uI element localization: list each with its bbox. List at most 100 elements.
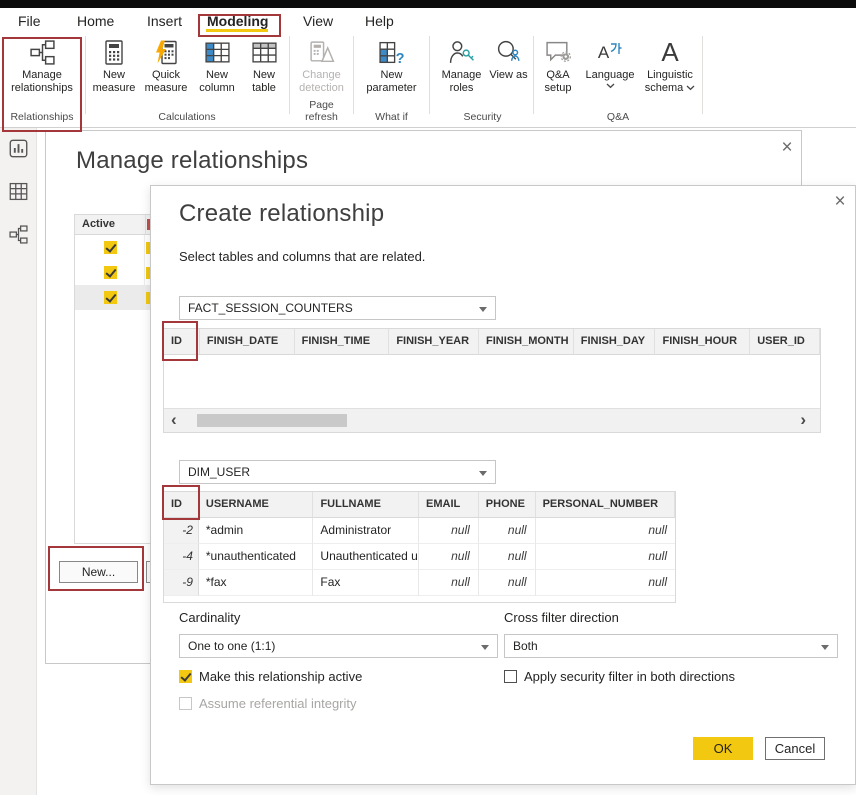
language-button[interactable]: A Language (582, 35, 638, 90)
make-active-checkbox[interactable] (179, 670, 192, 683)
scroll-right-icon[interactable]: › (800, 409, 806, 433)
column-header[interactable]: FINISH_HOUR (655, 329, 750, 355)
quick-measure-button[interactable]: Quick measure (141, 35, 191, 95)
group-label-relationships: Relationships (2, 111, 82, 123)
column-header[interactable]: ID (164, 329, 200, 355)
group-label-security: Security (434, 111, 531, 123)
active-column-header: Active (75, 215, 146, 234)
table-row[interactable]: -9 *fax Fax null null null (164, 570, 675, 596)
cancel-button[interactable]: Cancel (765, 737, 825, 760)
relationship-row-selected[interactable] (75, 285, 151, 310)
column-header[interactable]: FULLNAME (313, 492, 419, 518)
referential-integrity-checkbox (179, 697, 192, 710)
group-label-qa: Q&A (537, 111, 699, 123)
view-as-button[interactable]: View as (489, 35, 529, 82)
view-switcher-sidebar (0, 128, 37, 795)
active-checkbox[interactable] (104, 241, 117, 254)
ok-button[interactable]: OK (693, 737, 753, 760)
ribbon-group-page-refresh: Change detection Page refresh (292, 32, 351, 124)
relationships-table: Active (74, 214, 152, 544)
table-row[interactable]: -2 *admin Administrator null null null (164, 518, 675, 544)
new-measure-icon (101, 37, 127, 67)
security-filter-checkbox[interactable] (504, 670, 517, 683)
new-parameter-icon: ? (378, 37, 405, 67)
manage-roles-button[interactable]: Manage roles (437, 35, 487, 95)
column-header[interactable]: FINISH_DATE (200, 329, 295, 355)
tab-home[interactable]: Home (77, 10, 114, 32)
data-view-icon (9, 182, 28, 201)
ribbon-group-calculations: New measure Quick measure (88, 32, 286, 124)
linguistic-schema-button[interactable]: A Linguistic schema (640, 35, 700, 95)
column-header[interactable]: ID (164, 492, 199, 518)
ribbon-group-what-if: ? New parameter What if (357, 32, 426, 124)
model-view-icon (9, 225, 28, 244)
new-table-button[interactable]: New table (243, 35, 285, 95)
ribbon-divider (85, 36, 86, 114)
tab-insert[interactable]: Insert (147, 10, 182, 32)
group-label-page-refresh: Page refresh (292, 99, 351, 123)
relationship-row[interactable] (75, 260, 151, 285)
data-view-button[interactable] (9, 182, 28, 201)
scroll-left-icon[interactable]: ‹ (171, 409, 177, 433)
app-window: File Home Insert Modeling View Help Mana… (0, 0, 856, 795)
active-checkbox[interactable] (104, 266, 117, 279)
tab-file[interactable]: File (18, 10, 41, 32)
top-table-select[interactable]: FACT_SESSION_COUNTERS (179, 296, 496, 320)
new-parameter-button[interactable]: ? New parameter (359, 35, 425, 95)
security-filter-option[interactable]: Apply security filter in both directions (504, 669, 735, 684)
ribbon-divider (533, 36, 534, 114)
model-view-button[interactable] (9, 225, 28, 244)
column-header[interactable]: FINISH_YEAR (389, 329, 479, 355)
ribbon-group-relationships: Manage relationships Relationships (2, 32, 82, 124)
column-header[interactable]: EMAIL (419, 492, 479, 518)
column-header[interactable]: USER_ID (750, 329, 820, 355)
make-active-option[interactable]: Make this relationship active (179, 669, 362, 684)
create-relationship-dialog: Create relationship × Select tables and … (150, 185, 856, 785)
create-dialog-subtitle: Select tables and columns that are relat… (179, 249, 425, 264)
column-header[interactable]: FINISH_TIME (295, 329, 390, 355)
chevron-down-icon (479, 471, 487, 476)
ribbon-divider (353, 36, 354, 114)
qa-setup-button[interactable]: Q&A setup (536, 35, 580, 95)
column-header[interactable]: USERNAME (199, 492, 314, 518)
group-label-calculations: Calculations (88, 111, 286, 123)
title-bar (0, 0, 856, 8)
create-dialog-title: Create relationship (179, 200, 384, 228)
bottom-preview-table: ID USERNAME FULLNAME EMAIL PHONE PERSONA… (163, 491, 676, 603)
report-view-button[interactable] (9, 139, 28, 158)
new-column-button[interactable]: New column (193, 35, 241, 95)
column-header[interactable]: FINISH_MONTH (479, 329, 574, 355)
cardinality-select[interactable]: One to one (1:1) (179, 634, 498, 658)
quick-measure-icon (153, 37, 179, 67)
change-detection-icon (308, 37, 336, 67)
chevron-down-icon (481, 645, 489, 650)
relationships-table-header: Active (75, 215, 151, 235)
close-icon[interactable]: × (831, 193, 849, 211)
report-view-icon (9, 139, 28, 158)
top-table-empty-body (164, 355, 820, 408)
table-row[interactable]: -4 *unauthenticated Unauthenticated user… (164, 544, 675, 570)
chevron-down-icon (479, 307, 487, 312)
new-measure-button[interactable]: New measure (89, 35, 139, 95)
column-header[interactable]: PERSONAL_NUMBER (536, 492, 675, 518)
tab-help[interactable]: Help (365, 10, 394, 32)
close-icon[interactable]: × (778, 139, 796, 157)
scrollbar-thumb[interactable] (197, 414, 347, 427)
column-header[interactable]: PHONE (479, 492, 536, 518)
qa-setup-icon (545, 37, 572, 67)
new-relationship-button[interactable]: New... (59, 561, 138, 583)
bottom-table-select[interactable]: DIM_USER (179, 460, 496, 484)
manage-relationships-icon (29, 37, 56, 67)
horizontal-scrollbar[interactable]: ‹ › (164, 408, 820, 432)
relationship-row[interactable] (75, 235, 151, 260)
top-preview-table: ID FINISH_DATE FINISH_TIME FINISH_YEAR F… (163, 328, 821, 433)
svg-text:?: ? (396, 50, 405, 65)
tab-view[interactable]: View (303, 10, 333, 32)
cardinality-label: Cardinality (179, 610, 240, 625)
ribbon-group-security: Manage roles View as Security (434, 32, 531, 124)
column-header[interactable]: FINISH_DAY (574, 329, 656, 355)
top-table-header-row: ID FINISH_DATE FINISH_TIME FINISH_YEAR F… (164, 329, 820, 355)
active-checkbox[interactable] (104, 291, 117, 304)
cross-filter-select[interactable]: Both (504, 634, 838, 658)
manage-relationships-button[interactable]: Manage relationships (4, 35, 80, 95)
